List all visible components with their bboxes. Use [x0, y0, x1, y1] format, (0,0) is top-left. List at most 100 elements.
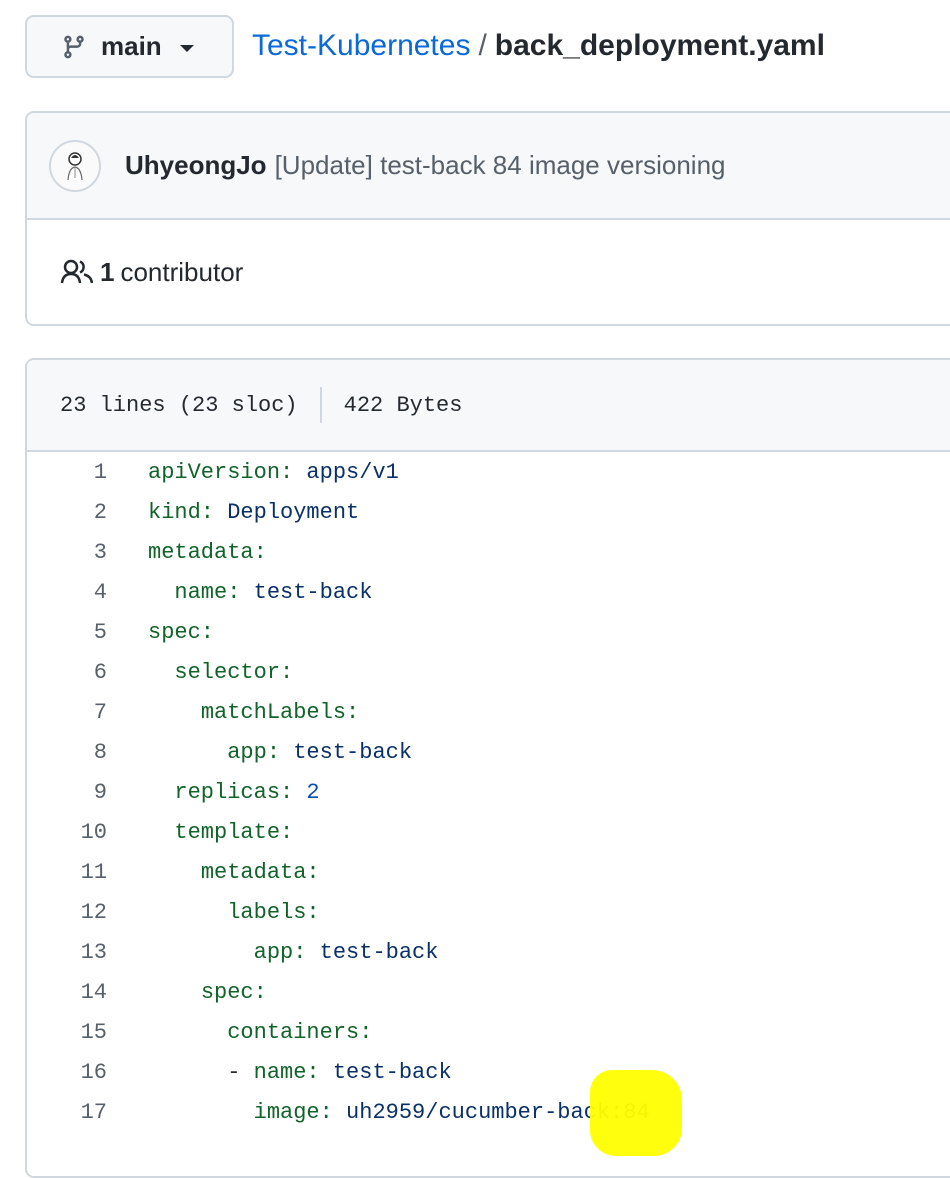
yaml-key: spec:: [148, 619, 215, 645]
user-avatar-icon: [67, 151, 83, 180]
people-icon: [60, 259, 94, 284]
code-line: 7 matchLabels:: [27, 692, 950, 732]
yaml-key: containers:: [227, 1019, 373, 1045]
line-number[interactable]: 8: [27, 740, 107, 765]
line-number[interactable]: 10: [27, 820, 107, 845]
line-content: name: test-back: [107, 580, 372, 605]
code-line: 10 template:: [27, 812, 950, 852]
line-content: spec:: [107, 980, 267, 1005]
line-content: apiVersion: apps/v1: [107, 460, 399, 485]
branch-selector-button[interactable]: main: [25, 15, 234, 78]
yaml-value: test-back: [319, 1059, 452, 1085]
line-content: metadata:: [107, 540, 267, 565]
yaml-key: kind:: [148, 499, 215, 525]
file-info-divider: [319, 387, 322, 423]
yaml-key: replicas:: [174, 779, 294, 805]
breadcrumb-file-name: back_deployment.yaml: [494, 29, 825, 62]
yaml-key: metadata:: [148, 539, 267, 565]
line-number[interactable]: 3: [27, 540, 107, 565]
line-number[interactable]: 2: [27, 500, 107, 525]
code-line: 2 kind: Deployment: [27, 492, 950, 532]
code-line: 1 apiVersion: apps/v1: [27, 452, 950, 492]
line-number[interactable]: 6: [27, 660, 107, 685]
code-line: 15 containers:: [27, 1012, 950, 1052]
yaml-value: test-back: [280, 739, 413, 765]
contributor-count: 1: [100, 256, 115, 287]
yaml-key: labels:: [227, 899, 320, 925]
commit-message-link[interactable]: [Update] test-back 84 image versioning: [275, 150, 726, 181]
yaml-key: image:: [253, 1099, 333, 1125]
code-line: 13 app: test-back: [27, 932, 950, 972]
yellow-highlight-annotation: [590, 1070, 682, 1156]
code-line: 3 metadata:: [27, 532, 950, 572]
yaml-value: test-back: [240, 579, 373, 605]
yaml-value: test-back: [306, 939, 439, 965]
line-content: containers:: [107, 1020, 372, 1045]
contributor-label: contributor: [120, 256, 244, 287]
yaml-key: name:: [174, 579, 241, 605]
file-viewer: 23 lines (23 sloc) 422 Bytes 1 apiVersion…: [25, 358, 950, 1178]
line-content: kind: Deployment: [107, 500, 359, 525]
code-line: 4 name: test-back: [27, 572, 950, 612]
code-line: 8 app: test-back: [27, 732, 950, 772]
code-line: 9 replicas: 2: [27, 772, 950, 812]
line-number[interactable]: 1: [27, 460, 107, 485]
line-content: image: uh2959/cucumber-back:84: [107, 1100, 650, 1125]
line-content: selector:: [107, 660, 293, 685]
breadcrumb: Test-Kubernetes / back_deployment.yaml: [252, 26, 825, 66]
yaml-key: apiVersion:: [148, 459, 294, 485]
code-line: 16 - name: test-back: [27, 1052, 950, 1092]
yaml-value: 2: [293, 779, 320, 805]
yaml-key: template:: [174, 819, 294, 845]
code-line: 14 spec:: [27, 972, 950, 1012]
line-number[interactable]: 4: [27, 580, 107, 605]
yaml-key: metadata:: [200, 859, 320, 885]
code-listing: 1 apiVersion: apps/v1 2 kind: Deployment 3 me…: [27, 452, 950, 1132]
code-line: 12 labels:: [27, 892, 950, 932]
line-number[interactable]: 12: [27, 900, 107, 925]
yaml-key: app:: [227, 739, 281, 765]
latest-commit-row: UhyeongJo [Update] test-back 84 image ve…: [27, 113, 950, 220]
chevron-down-icon: [179, 44, 194, 52]
contributors-row[interactable]: 1 contributor: [27, 220, 950, 324]
yaml-value: apps/v1: [293, 459, 399, 485]
yaml-list-dash: -: [227, 1059, 254, 1085]
file-line-count: 23 lines (23 sloc): [60, 392, 298, 418]
line-content: template:: [107, 820, 293, 845]
avatar[interactable]: [49, 139, 101, 192]
code-line: 5 spec:: [27, 612, 950, 652]
line-content: app: test-back: [107, 740, 412, 765]
line-number[interactable]: 5: [27, 620, 107, 645]
yaml-value: Deployment: [214, 499, 360, 525]
yaml-key: app:: [253, 939, 307, 965]
line-content: app: test-back: [107, 939, 439, 965]
git-branch-icon: [64, 35, 84, 58]
yaml-key: selector:: [174, 659, 294, 685]
code-line: 11 metadata:: [27, 852, 950, 892]
file-info-header: 23 lines (23 sloc) 422 Bytes: [27, 360, 950, 452]
commit-info-box: UhyeongJo [Update] test-back 84 image ve…: [25, 111, 950, 326]
branch-label: main: [101, 31, 162, 61]
line-number[interactable]: 9: [27, 780, 107, 805]
yaml-key: name:: [253, 1059, 320, 1085]
line-content: - name: test-back: [107, 1059, 452, 1085]
yaml-key: spec:: [200, 979, 267, 1005]
line-number[interactable]: 14: [27, 980, 107, 1005]
line-number[interactable]: 16: [27, 1060, 107, 1085]
code-line: 17 image: uh2959/cucumber-back:84: [27, 1092, 950, 1132]
line-number[interactable]: 7: [27, 700, 107, 725]
line-content: labels:: [107, 899, 320, 925]
line-number[interactable]: 13: [27, 940, 107, 965]
line-number[interactable]: 15: [27, 1020, 107, 1045]
line-number[interactable]: 11: [27, 860, 107, 885]
code-line: 6 selector:: [27, 652, 950, 692]
line-content: metadata:: [107, 860, 320, 885]
line-content: replicas: 2: [107, 779, 320, 805]
breadcrumb-repo-link[interactable]: Test-Kubernetes: [252, 29, 470, 62]
breadcrumb-separator: /: [478, 29, 487, 62]
line-content: matchLabels:: [107, 700, 359, 725]
commit-author-link[interactable]: UhyeongJo: [125, 150, 267, 181]
yaml-key: matchLabels:: [200, 699, 360, 725]
line-content: spec:: [107, 620, 214, 645]
line-number[interactable]: 17: [27, 1100, 107, 1125]
